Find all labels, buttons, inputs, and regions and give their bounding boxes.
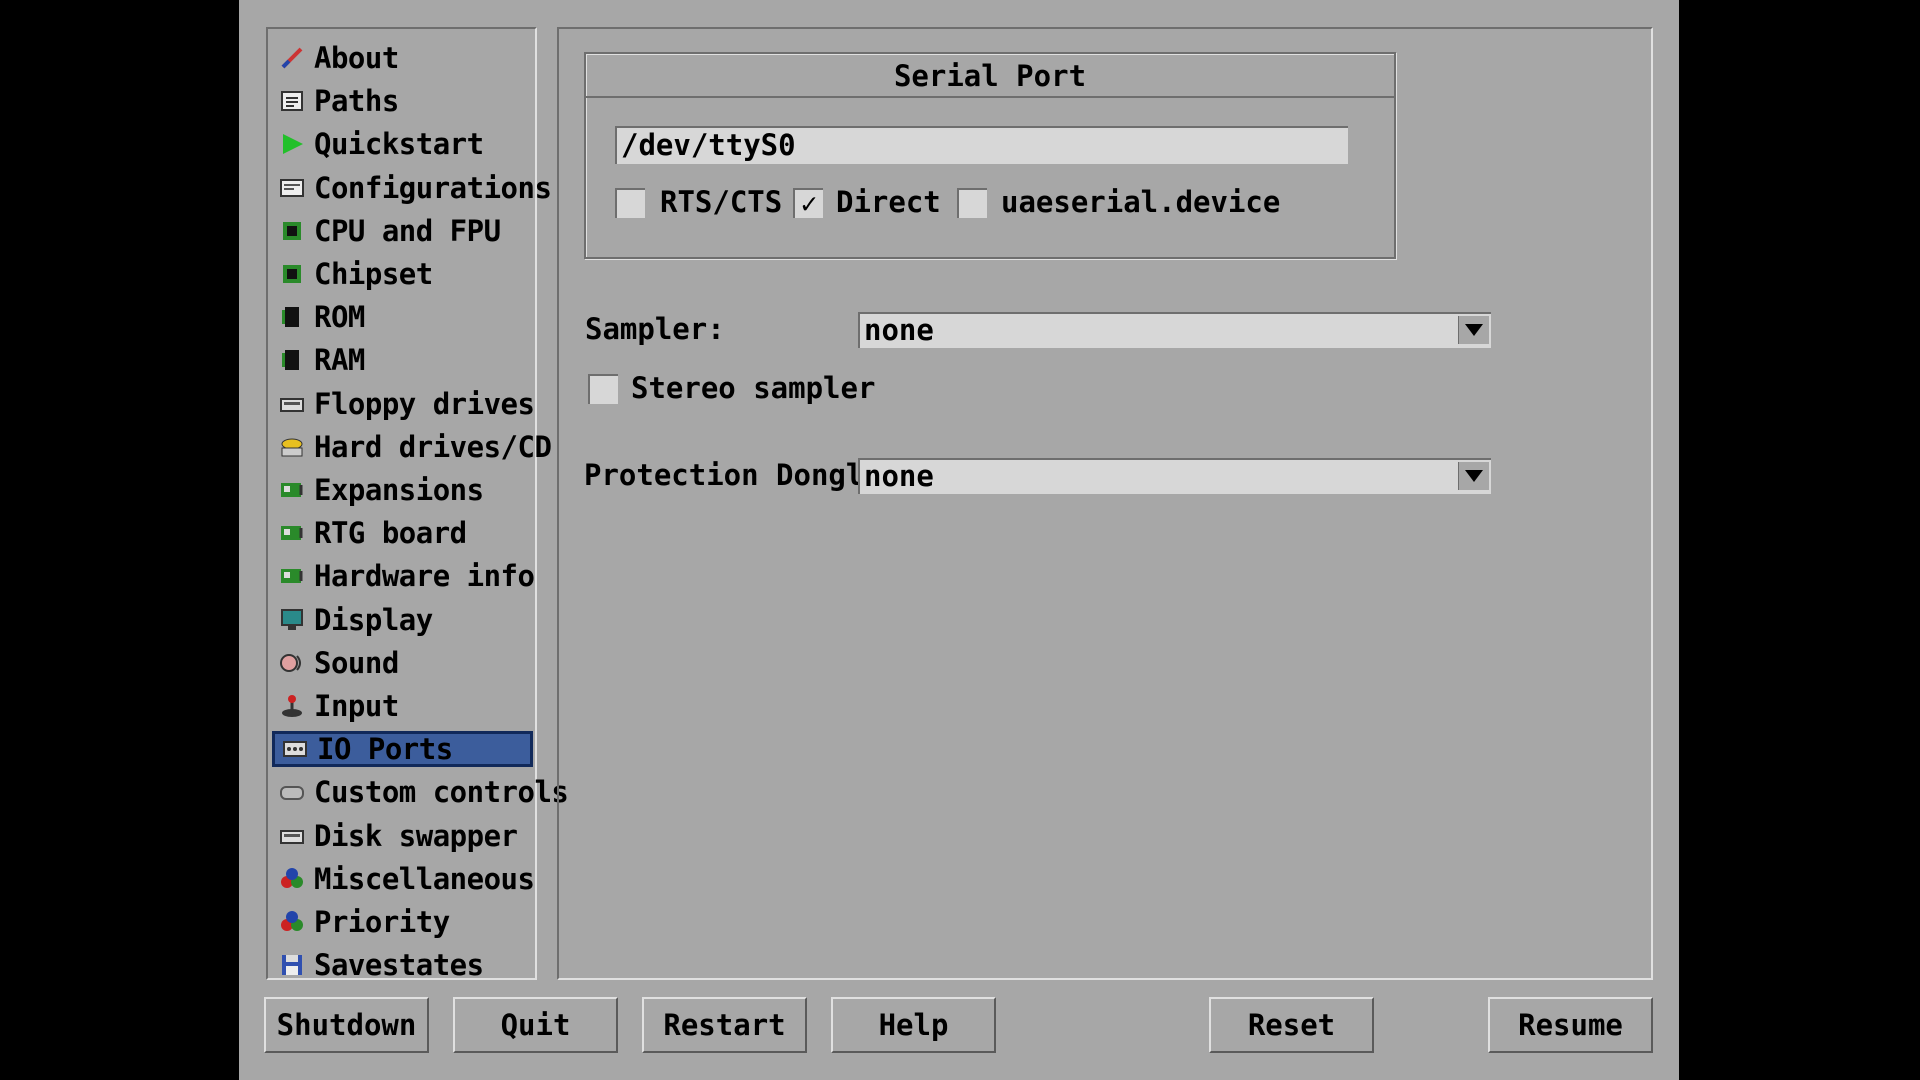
sidebar-item-label: Sound [314, 645, 399, 680]
restart-button[interactable]: Restart [642, 997, 807, 1053]
sidebar-item-io-ports[interactable]: IO Ports [272, 731, 533, 768]
stereo-sampler-checkbox[interactable] [588, 374, 618, 404]
chevron-down-icon[interactable] [1458, 316, 1489, 344]
shutdown-button[interactable]: Shutdown [264, 997, 429, 1053]
configurations-icon [278, 175, 306, 201]
sidebar-item-label: About [314, 41, 399, 75]
sampler-label: Sampler: [585, 312, 725, 346]
rom-icon [278, 304, 306, 330]
sidebar-item-label: Custom controls [314, 775, 569, 810]
sidebar-item-label: Savestates [314, 948, 484, 983]
expansion-card-icon [278, 563, 306, 589]
floppy-icon [278, 823, 306, 849]
direct-label: Direct [836, 185, 941, 219]
sidebar-item-label: RAM [314, 343, 365, 378]
sidebar-panel: About Paths Quickstart Configurations CPU an… [266, 27, 569, 983]
harddrive-icon [278, 434, 306, 460]
sidebar-item-paths[interactable]: Paths [272, 83, 533, 119]
expansion-card-icon [278, 520, 306, 546]
sidebar-item-label: Display [314, 602, 433, 637]
sidebar-item-ram[interactable]: RAM [272, 342, 533, 378]
chevron-down-icon[interactable] [1458, 462, 1489, 490]
sidebar-item-input[interactable]: Input [272, 688, 533, 724]
sidebar-item-priority[interactable]: Priority [272, 904, 533, 940]
sidebar-item-hard-drives-cd[interactable]: Hard drives/CD [272, 429, 552, 465]
gamepad-icon [278, 779, 306, 805]
sidebar-item-chipset[interactable]: Chipset [272, 256, 533, 292]
rts-cts-label: RTS/CTS [660, 185, 783, 219]
joystick-icon [278, 693, 306, 719]
sidebar-item-label: Quickstart [314, 127, 484, 162]
sampler-dropdown[interactable]: none [858, 312, 1491, 348]
sidebar-item-sound[interactable]: Sound [272, 645, 533, 681]
uaeserial-checkbox[interactable] [957, 188, 987, 218]
serial-port-group: Serial Port /dev/ttyS0 RTS/CTS ✓ Direct … [584, 52, 1396, 259]
sidebar-item-configurations[interactable]: Configurations [272, 170, 552, 206]
dongle-label: Protection Dongle: [584, 458, 899, 492]
sidebar-item-disk-swapper[interactable]: Disk swapper [272, 818, 533, 854]
sidebar-item-rom[interactable]: ROM [272, 299, 533, 335]
dongle-dropdown[interactable]: none [858, 458, 1491, 494]
ioports-icon [281, 736, 309, 762]
quickstart-icon [278, 131, 306, 157]
help-button[interactable]: Help [831, 997, 996, 1053]
sidebar-item-miscellaneous[interactable]: Miscellaneous [272, 861, 535, 897]
sidebar-item-label: Hardware info [314, 559, 535, 594]
sidebar-item-custom-controls[interactable]: Custom controls [272, 774, 569, 810]
resume-button[interactable]: Resume [1488, 997, 1653, 1053]
sidebar-item-expansions[interactable]: Expansions [272, 472, 533, 508]
sidebar-item-label: CPU and FPU [314, 213, 501, 248]
sidebar-item-display[interactable]: Display [272, 602, 533, 638]
sidebar-item-label: Configurations [314, 170, 552, 205]
cpu-icon [278, 218, 306, 244]
sidebar-item-about[interactable]: About [272, 40, 533, 76]
sidebar-item-label: IO Ports [317, 732, 453, 767]
sidebar-item-rtg-board[interactable]: RTG board [272, 515, 533, 551]
check-icon: ✓ [800, 187, 818, 220]
sidebar-item-cpu-and-fpu[interactable]: CPU and FPU [272, 213, 533, 249]
misc-icon [278, 909, 306, 935]
ram-icon [278, 347, 306, 373]
sidebar-item-hardware-info[interactable]: Hardware info [272, 558, 535, 594]
amiberry-settings-window: About Paths Quickstart Configurations CPU an… [239, 0, 1679, 1080]
sidebar-item-label: Disk swapper [314, 818, 518, 853]
sidebar-item-label: ROM [314, 300, 365, 335]
about-icon [278, 45, 306, 71]
rts-cts-checkbox[interactable] [615, 188, 645, 218]
sidebar-item-label: Miscellaneous [314, 861, 535, 896]
sidebar-item-label: RTG board [314, 516, 467, 551]
sidebar-item-savestates[interactable]: Savestates [272, 947, 533, 983]
sidebar-item-label: Priority [314, 905, 450, 939]
serial-device-field[interactable]: /dev/ttyS0 [615, 126, 1348, 164]
direct-checkbox[interactable]: ✓ [793, 188, 823, 218]
expansion-card-icon [278, 477, 306, 503]
sidebar-item-label: Input [314, 689, 399, 723]
sampler-value: none [864, 313, 934, 347]
sidebar-item-label: Floppy drives [314, 386, 535, 421]
serial-port-title: Serial Port [586, 54, 1394, 98]
stereo-sampler-label: Stereo sampler [631, 371, 876, 405]
sidebar-item-label: Expansions [314, 473, 484, 507]
display-icon [278, 607, 306, 633]
paths-icon [278, 88, 306, 114]
sidebar-item-label: Hard drives/CD [314, 429, 552, 464]
sidebar-item-label: Chipset [314, 257, 433, 291]
sound-icon [278, 650, 306, 676]
quit-button[interactable]: Quit [453, 997, 618, 1053]
sidebar-item-label: Paths [314, 84, 399, 119]
save-icon [278, 952, 306, 978]
uaeserial-label: uaeserial.device [1001, 185, 1281, 219]
misc-icon [278, 866, 306, 892]
sidebar-item-floppy-drives[interactable]: Floppy drives [272, 386, 535, 422]
floppy-icon [278, 391, 306, 417]
reset-button[interactable]: Reset [1209, 997, 1374, 1053]
dongle-value: none [864, 459, 934, 493]
chipset-icon [278, 261, 306, 287]
sidebar-item-quickstart[interactable]: Quickstart [272, 126, 533, 162]
